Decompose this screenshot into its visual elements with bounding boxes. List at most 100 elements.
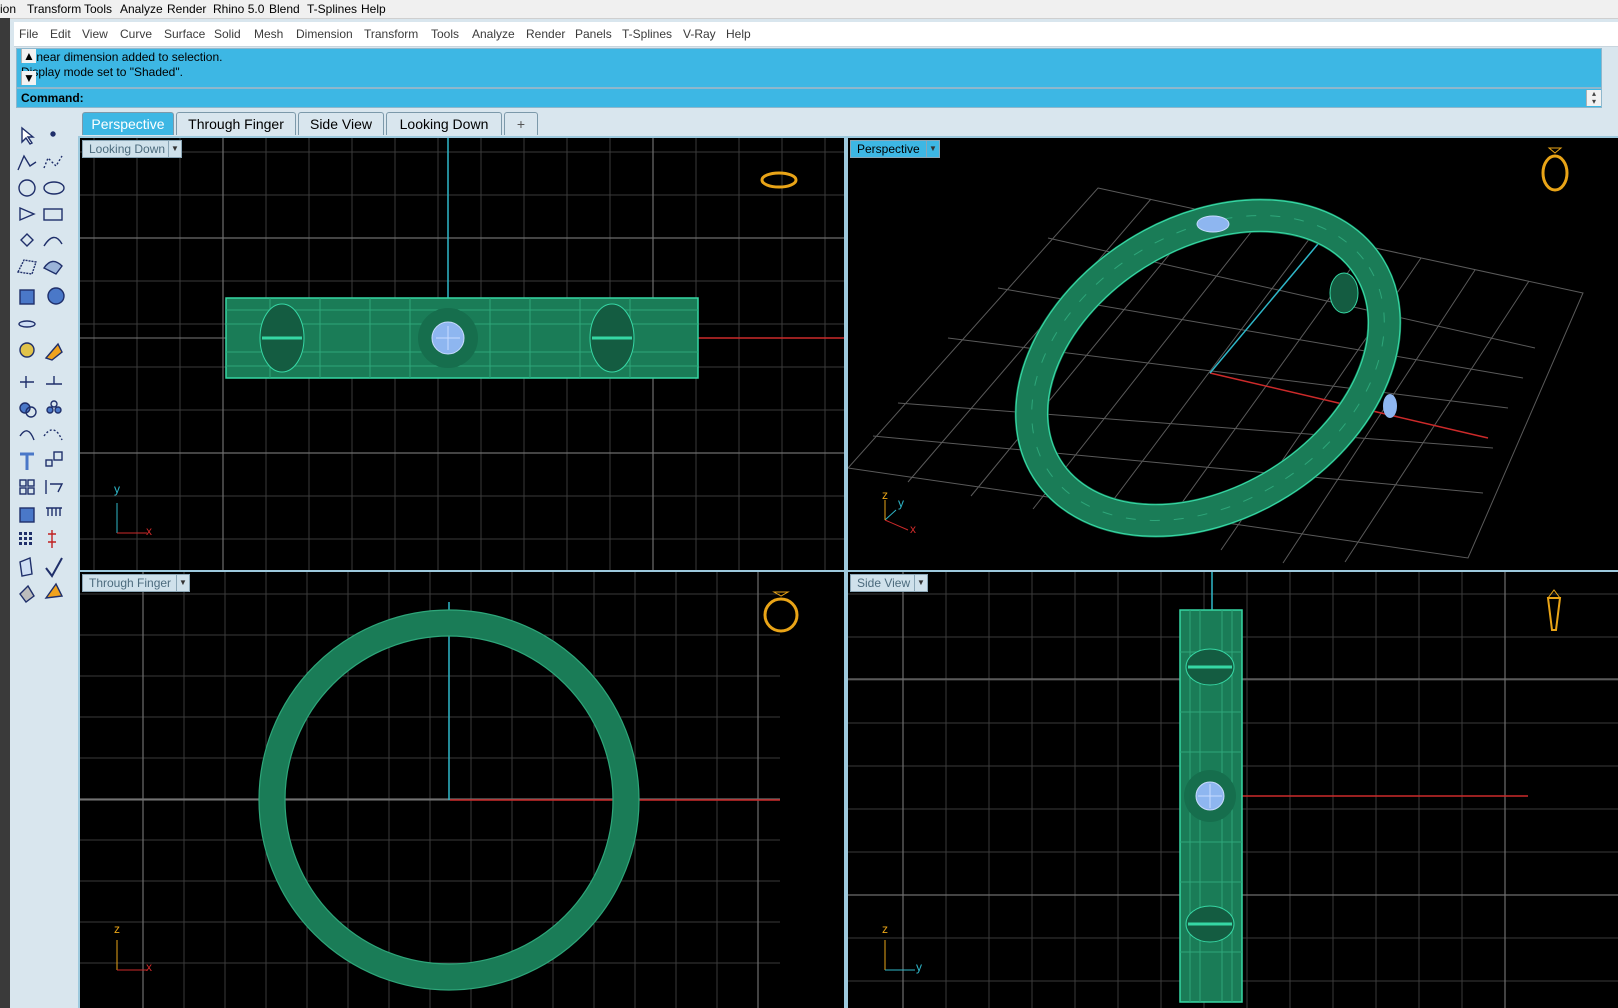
tab-perspective[interactable]: Perspective xyxy=(82,112,174,135)
render-tools-icon[interactable] xyxy=(42,582,66,606)
rectangle-icon[interactable] xyxy=(42,202,66,226)
history-icon[interactable] xyxy=(42,528,66,552)
axis-label-z: z xyxy=(882,488,888,502)
menu-item[interactable]: Tools xyxy=(84,2,112,16)
menu-tsplines[interactable]: T-Splines xyxy=(622,27,672,41)
menu-file[interactable]: File xyxy=(19,27,38,41)
scroll-down-icon[interactable]: ▼ xyxy=(21,71,36,85)
viewport-canvas xyxy=(80,572,799,1008)
axis-label-x: x xyxy=(146,524,152,538)
menu-mesh[interactable]: Mesh xyxy=(254,27,283,41)
menu-item[interactable]: Analyze xyxy=(120,2,163,16)
scale-icon[interactable] xyxy=(42,450,66,474)
viewport-title[interactable]: Perspective xyxy=(850,140,927,158)
align-icon[interactable] xyxy=(42,476,66,500)
axis-label-x: x xyxy=(146,960,152,974)
menu-tools[interactable]: Tools xyxy=(431,27,459,41)
viewport-perspective[interactable]: Perspective ▼ y x z xyxy=(848,138,1618,570)
menu-item[interactable]: Rhino 5.0 xyxy=(213,2,264,16)
ellipse-icon[interactable] xyxy=(42,176,66,200)
add-tab-button[interactable]: + xyxy=(504,112,538,135)
polyline-icon[interactable] xyxy=(14,150,38,174)
circle-icon[interactable] xyxy=(14,176,38,200)
cylinder-icon[interactable] xyxy=(14,310,38,334)
trim-icon[interactable] xyxy=(14,370,38,394)
grid-array-icon[interactable] xyxy=(14,528,38,552)
menu-view[interactable]: View xyxy=(82,27,108,41)
viewport-title[interactable]: Looking Down xyxy=(82,140,173,158)
viewport-title[interactable]: Through Finger xyxy=(82,574,179,592)
viewport-canvas xyxy=(848,572,1618,1008)
control-points-icon[interactable] xyxy=(14,256,38,280)
menu-transform[interactable]: Transform xyxy=(364,27,418,41)
menu-surface[interactable]: Surface xyxy=(164,27,205,41)
left-toolbar xyxy=(12,118,72,638)
gear-explode-icon[interactable] xyxy=(14,338,38,362)
hexagon-icon[interactable] xyxy=(14,228,38,252)
viewport-canvas xyxy=(848,147,1584,564)
viewport-side-view[interactable]: Side View ▼ z y xyxy=(848,572,1618,1008)
axis-label-y: y xyxy=(898,496,904,510)
command-spin-icon[interactable]: ▴ ▾ xyxy=(1586,90,1601,106)
select-arrow-icon[interactable] xyxy=(14,122,38,146)
checkmark-icon[interactable] xyxy=(42,556,66,580)
viewport-through-finger[interactable]: Through Finger ▼ z x xyxy=(80,572,844,1008)
text-icon[interactable] xyxy=(14,450,38,474)
menu-item[interactable]: Transform xyxy=(27,2,81,16)
menu-item[interactable]: Blend xyxy=(269,2,300,16)
scroll-up-icon[interactable]: ▲ xyxy=(21,49,36,63)
menu-item[interactable]: T-Splines xyxy=(307,2,357,16)
solid-cube-icon[interactable] xyxy=(14,504,38,528)
curve-fillet-icon[interactable] xyxy=(14,424,38,448)
dimension-icon[interactable] xyxy=(42,504,66,528)
menu-dimension[interactable]: Dimension xyxy=(296,27,353,41)
command-line[interactable]: Command: ▴ ▾ xyxy=(16,88,1602,108)
chevron-down-icon[interactable]: ▼ xyxy=(914,574,928,592)
window-menu-bar: ion Transform Tools Analyze Render Rhino… xyxy=(0,0,1618,19)
menu-item[interactable]: Render xyxy=(167,2,206,16)
surface-loft-icon[interactable] xyxy=(42,256,66,280)
point-icon[interactable] xyxy=(42,122,66,146)
viewport-tabs: Perspective Through Finger Side View Loo… xyxy=(78,110,1618,136)
menu-solid[interactable]: Solid xyxy=(214,27,241,41)
tab-through-finger[interactable]: Through Finger xyxy=(176,112,296,135)
tab-looking-down[interactable]: Looking Down xyxy=(386,112,502,135)
menu-analyze[interactable]: Analyze xyxy=(472,27,515,41)
chevron-down-icon[interactable]: ▼ xyxy=(176,574,190,592)
planar-surface-icon[interactable] xyxy=(42,310,66,334)
polygon-icon[interactable] xyxy=(14,202,38,226)
group-icon[interactable] xyxy=(14,476,38,500)
command-history: 1 linear dimension added to selection. D… xyxy=(16,48,1602,88)
menu-render[interactable]: Render xyxy=(526,27,565,41)
edit-sparkle-icon[interactable] xyxy=(42,338,66,362)
menu-curve[interactable]: Curve xyxy=(120,27,152,41)
menu-edit[interactable]: Edit xyxy=(50,27,71,41)
offset-icon[interactable] xyxy=(42,424,66,448)
history-line: Display mode set to "Shaded". xyxy=(21,65,183,79)
arc-fillet-icon[interactable] xyxy=(42,228,66,252)
menu-item[interactable]: Help xyxy=(361,2,386,16)
left-window-edge xyxy=(0,18,10,1008)
viewport-title[interactable]: Side View xyxy=(850,574,918,592)
axis-label-z: z xyxy=(114,922,120,936)
viewport-canvas xyxy=(80,138,844,570)
menu-help[interactable]: Help xyxy=(726,27,751,41)
tab-side-view[interactable]: Side View xyxy=(298,112,384,135)
sphere-icon[interactable] xyxy=(42,284,66,308)
menu-vray[interactable]: V-Ray xyxy=(683,27,716,41)
menu-panels[interactable]: Panels xyxy=(575,27,612,41)
chevron-down-icon[interactable]: ▼ xyxy=(168,140,182,158)
box-icon[interactable] xyxy=(14,284,38,308)
menu-item[interactable]: ion xyxy=(0,2,16,16)
array-spheres-icon[interactable] xyxy=(42,398,66,422)
axis-label-x: x xyxy=(910,522,916,536)
boolean-icon[interactable] xyxy=(14,398,38,422)
command-label: Command: xyxy=(21,91,84,105)
split-icon[interactable] xyxy=(42,370,66,394)
chevron-down-icon[interactable]: ▼ xyxy=(926,140,940,158)
main-menu-bar: File Edit View Curve Surface Solid Mesh … xyxy=(14,22,1618,47)
render-shape-icon[interactable] xyxy=(14,582,38,606)
curve-points-icon[interactable] xyxy=(42,150,66,174)
surface-edit-icon[interactable] xyxy=(14,556,38,580)
viewport-looking-down[interactable]: Looking Down ▼ y x xyxy=(80,138,844,570)
